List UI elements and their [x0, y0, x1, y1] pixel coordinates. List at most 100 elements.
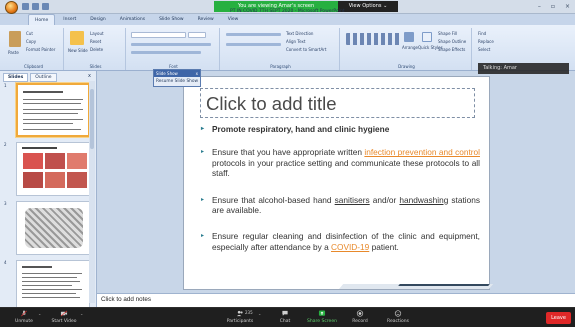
slide-thumbnail[interactable] — [16, 201, 90, 255]
close-panel-icon[interactable]: x — [88, 73, 91, 79]
select-button[interactable]: Select — [478, 47, 490, 52]
font-format-buttons[interactable] — [131, 43, 211, 46]
tab-outline[interactable]: Outline — [30, 73, 57, 82]
slide-thumbnail[interactable] — [16, 260, 90, 314]
arrange-icon[interactable] — [404, 32, 414, 42]
link-text: COVID-19 — [331, 241, 370, 252]
bullet-item: Ensure that you have appropriate written… — [198, 147, 480, 178]
chat-button[interactable]: Chat — [265, 310, 305, 324]
tab-design[interactable]: Design — [84, 14, 112, 25]
record-button[interactable]: Record — [340, 310, 380, 324]
notes-pane[interactable]: Click to add notes — [97, 293, 575, 307]
record-icon — [356, 310, 364, 317]
slides-group-label: Slides — [89, 64, 102, 69]
reactions-label: Reactions — [387, 319, 409, 324]
zoom-window: You are viewing Amar's screen View Optio… — [0, 0, 575, 327]
slide-thumbnail[interactable] — [16, 142, 90, 196]
bullet-item: Promote respiratory, hand and clinic hyg… — [198, 124, 480, 135]
share-screen-button[interactable]: Share Screen — [302, 310, 342, 324]
paste-icon[interactable] — [9, 31, 21, 47]
zoom-meeting-toolbar: Unmute ⌃ Start Video ⌃ 235 Participants … — [0, 307, 575, 327]
cut-button[interactable]: Cut — [26, 31, 33, 36]
font-size-dropdown[interactable] — [188, 32, 206, 38]
audio-options-chevron-icon[interactable]: ⌃ — [38, 313, 41, 318]
reset-button[interactable]: Reset — [90, 39, 101, 44]
convert-smartart-button[interactable]: Convert to SmartArt — [286, 47, 326, 52]
maximize-icon[interactable]: ▫ — [551, 3, 555, 10]
resume-slideshow-button[interactable]: Resume Slide Show — [154, 77, 200, 86]
tab-review[interactable]: Review — [192, 14, 220, 25]
undo-icon[interactable] — [32, 3, 39, 10]
tab-home[interactable]: Home — [28, 14, 56, 25]
slide-number: 2 — [4, 142, 7, 147]
thumbnail-scrollbar[interactable] — [89, 81, 95, 303]
slideshow-toolbar-title[interactable]: Slide Show — [154, 70, 200, 77]
bullet-text: patient. — [369, 241, 399, 252]
shape-effects-button[interactable]: Shape Effects — [438, 47, 465, 52]
video-options-chevron-icon[interactable]: ⌃ — [80, 313, 83, 318]
new-slide-button[interactable]: New Slide — [68, 48, 88, 53]
list-buttons[interactable] — [226, 33, 281, 36]
microphone-muted-icon — [21, 310, 27, 317]
start-video-button[interactable]: Start Video — [44, 310, 84, 324]
layout-button[interactable]: Layout — [90, 31, 104, 36]
new-slide-icon[interactable] — [70, 31, 84, 45]
slide-decoration — [182, 277, 494, 289]
slide-content[interactable]: Promote respiratory, hand and clinic hyg… — [198, 124, 480, 252]
slide-number: 3 — [4, 201, 7, 206]
title-placeholder[interactable]: Click to add title — [200, 88, 475, 118]
text-direction-button[interactable]: Text Direction — [286, 31, 313, 36]
bullet-text: Promote respiratory, hand and clinic hyg… — [212, 124, 390, 134]
slide-thumbnail-row[interactable]: 1 — [3, 83, 95, 139]
slide-thumbnail-row[interactable]: 3 — [3, 201, 95, 257]
tab-insert[interactable]: Insert — [57, 14, 82, 25]
tab-slide-show[interactable]: Slide Show — [153, 14, 190, 25]
arrange-button[interactable]: Arrange — [402, 45, 418, 50]
underlined-text: sanitisers — [334, 194, 370, 205]
replace-button[interactable]: Replace — [478, 39, 494, 44]
slide-number: 1 — [4, 83, 7, 88]
bullet-text: and/or — [369, 194, 400, 205]
chat-label: Chat — [279, 319, 291, 324]
quick-access-toolbar — [22, 3, 49, 10]
tab-animations[interactable]: Animations — [114, 14, 151, 25]
minimize-icon[interactable]: – — [538, 3, 541, 10]
font-color-buttons[interactable] — [131, 51, 201, 54]
shapes-gallery[interactable] — [346, 33, 401, 45]
reactions-button[interactable]: Reactions — [378, 310, 418, 324]
shape-outline-button[interactable]: Shape Outline — [438, 39, 466, 44]
view-options-button[interactable]: View Options ⌄ — [338, 1, 398, 12]
slides-panel: Slides Outline x 1 2 3 4 — [0, 71, 97, 314]
bullet-item: Ensure regular cleaning and disinfection… — [198, 231, 480, 252]
participants-label: Participants — [226, 319, 254, 324]
slideshow-toolbar-close-icon[interactable]: x — [196, 70, 198, 77]
underlined-text: handwashing — [399, 194, 449, 205]
bullet-item: Ensure that alcohol-based hand sanitiser… — [198, 195, 480, 216]
delete-button[interactable]: Delete — [90, 47, 103, 52]
copy-button[interactable]: Copy — [26, 39, 36, 44]
office-button-icon[interactable] — [5, 1, 18, 14]
participants-icon — [236, 310, 243, 317]
format-painter-button[interactable]: Format Painter — [26, 47, 55, 52]
record-label: Record — [352, 319, 368, 324]
participants-button[interactable]: 235 Participants — [220, 310, 260, 324]
slide-thumbnail[interactable] — [16, 83, 90, 137]
paste-button-label[interactable]: Paste — [8, 50, 19, 55]
quick-styles-icon[interactable] — [422, 32, 432, 42]
tab-view[interactable]: View — [222, 14, 245, 25]
shape-fill-button[interactable]: Shape Fill — [438, 31, 457, 36]
close-icon[interactable]: × — [565, 3, 570, 10]
tab-slides[interactable]: Slides — [3, 73, 29, 82]
leave-meeting-button[interactable]: Leave — [546, 312, 571, 324]
participants-chevron-icon[interactable]: ⌃ — [258, 313, 261, 318]
notes-placeholder: Click to add notes — [101, 296, 152, 303]
slide-thumbnail-row[interactable]: 2 — [3, 142, 95, 198]
save-icon[interactable] — [22, 3, 29, 10]
font-name-dropdown[interactable] — [131, 32, 186, 38]
slide-number: 4 — [4, 260, 7, 265]
alignment-buttons[interactable] — [226, 43, 281, 46]
paragraph-group-label: Paragraph — [270, 64, 291, 69]
align-text-button[interactable]: Align Text — [286, 39, 305, 44]
find-button[interactable]: Find — [478, 31, 486, 36]
redo-icon[interactable] — [42, 3, 49, 10]
